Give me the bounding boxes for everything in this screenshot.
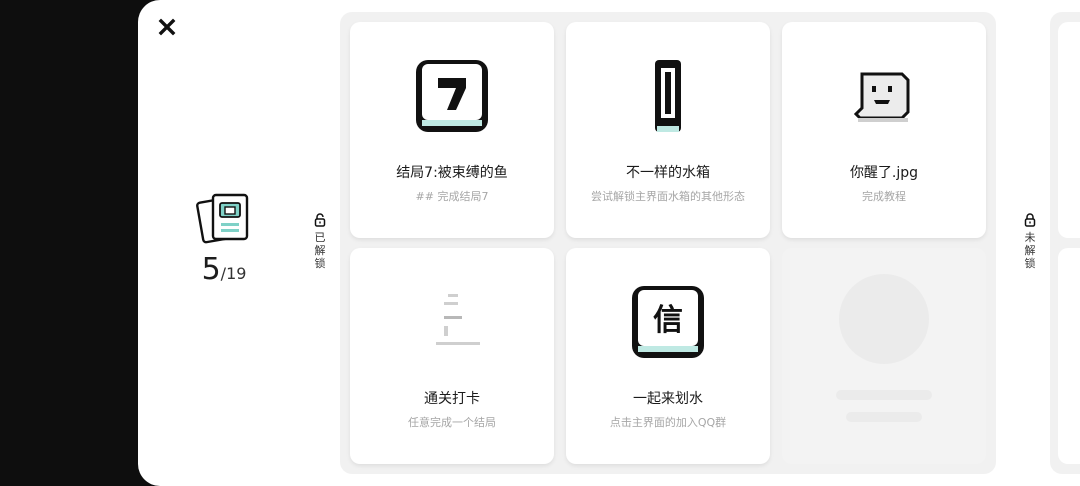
achievement-card[interactable]: 通关打卡 任意完成一个结局 [350,248,554,464]
achievement-desc: ## 完成结局7 [415,190,489,203]
achievement-card[interactable]: 不一样的水箱 尝试解锁主界面水箱的其他形态 [566,22,770,238]
placeholder-bar [836,390,932,400]
letter-xin-icon: 信 [632,286,704,358]
achievement-title: 不一样的水箱 [626,165,710,181]
water-tank-icon [655,60,681,132]
tab-locked[interactable]: 未解锁 [1020,213,1040,270]
tab-unlocked-label: 已解锁 [314,231,326,270]
padlock-icon [1024,213,1036,227]
number-7-icon [416,60,488,132]
achievement-title: 结局7:被束缚的鱼 [396,165,508,181]
locked-card-edge [1058,248,1080,464]
achievement-desc: 完成教程 [862,190,906,203]
locked-grid-edge [1050,12,1080,474]
progress-summary: 5/19 [188,190,260,287]
svg-text:信: 信 [653,303,683,338]
achievement-desc: 尝试解锁主界面水箱的其他形态 [591,190,745,203]
achievement-card[interactable]: 结局7:被束缚的鱼 ## 完成结局7 [350,22,554,238]
achievement-desc: 任意完成一个结局 [408,416,496,429]
achievement-card[interactable]: 信 一起来划水 点击主界面的加入QQ群 [566,248,770,464]
unlock-count: 5/19 [201,252,247,287]
placeholder-circle [839,274,929,364]
close-icon[interactable] [156,16,178,38]
unlocked-padlock-icon [314,213,326,227]
tab-locked-label: 未解锁 [1024,231,1036,270]
ghost-face-icon [853,72,910,122]
achievement-grid: 结局7:被束缚的鱼 ## 完成结局7 不一样的水箱 尝试解锁主界面水箱的其他形态… [340,12,996,474]
locked-card-edge [1058,22,1080,238]
achievement-title: 通关打卡 [424,391,480,407]
achievement-title: 你醒了.jpg [849,165,919,181]
locked-card-placeholder [782,248,986,464]
achievement-card[interactable]: 你醒了.jpg 完成教程 [782,22,986,238]
achievements-panel: 5/19 已解锁 结局7:被束缚的鱼 ## 完成结局7 不一样的水箱 尝试解锁主… [138,0,1080,486]
placeholder-bar [846,412,922,422]
tab-unlocked[interactable]: 已解锁 [310,213,330,270]
faded-glyph-icon [436,294,480,345]
achievement-title: 一起来划水 [633,391,703,407]
achievement-desc: 点击主界面的加入QQ群 [609,416,727,429]
achievement-cards-icon [196,193,249,244]
